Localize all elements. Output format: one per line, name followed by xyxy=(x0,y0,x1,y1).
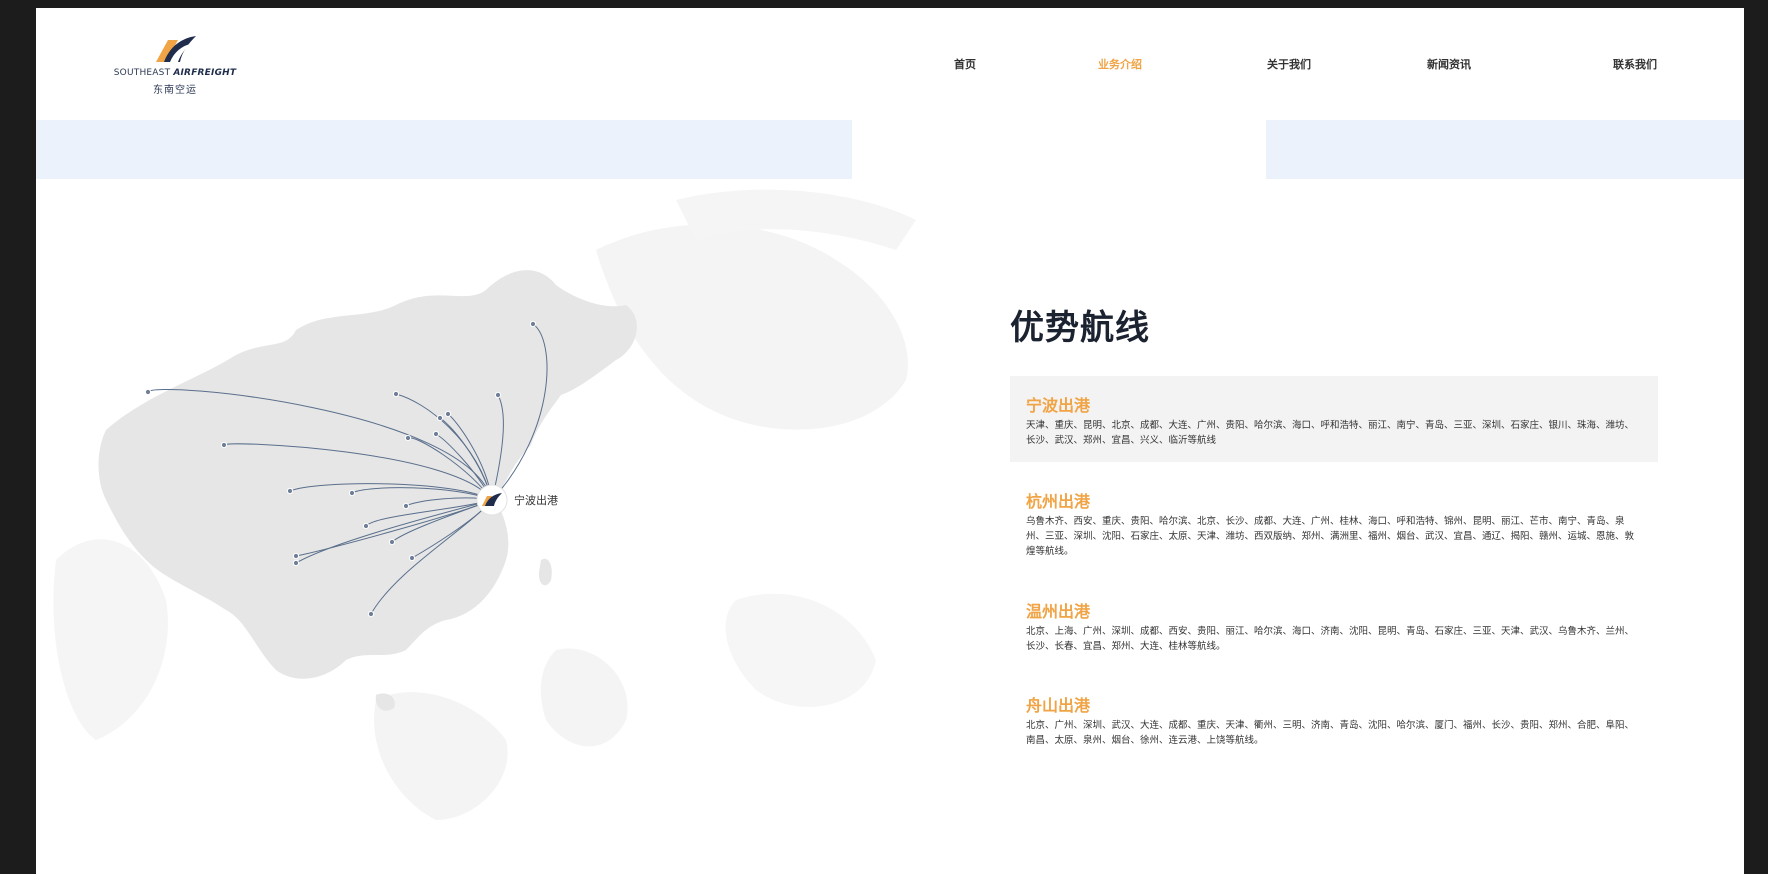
destination-dot xyxy=(404,434,412,442)
route-block-text: 北京、广州、深圳、武汉、大连、成都、重庆、天津、衢州、三明、济南、青岛、沈阳、哈… xyxy=(1026,720,1635,746)
destination-dot xyxy=(436,414,444,422)
route-block-title: 杭州出港 xyxy=(1026,492,1091,511)
route-block-title: 舟山出港 xyxy=(1026,696,1091,715)
world-land-faint xyxy=(596,224,908,430)
site-logo[interactable]: SOUTHEAST AIRFREIGHT 东南空运 xyxy=(110,32,240,102)
china-landmass xyxy=(98,270,637,679)
destination-dot xyxy=(444,410,452,418)
destination-dot xyxy=(494,391,502,399)
origin-marker[interactable] xyxy=(476,484,508,516)
destination-dot xyxy=(402,502,410,510)
destination-dot xyxy=(348,489,356,497)
route-block-title: 宁波出港 xyxy=(1026,396,1091,415)
world-land-faint-6 xyxy=(725,593,876,707)
page: SOUTHEAST AIRFREIGHT 东南空运 首页 业务介绍 关于我们 新… xyxy=(36,8,1744,874)
destination-dot xyxy=(292,559,300,567)
destination-dot xyxy=(432,430,440,438)
route-block-hangzhou: 杭州出港 乌鲁木齐、西安、重庆、贵阳、哈尔滨、北京、长沙、成都、大连、广州、桂林… xyxy=(1010,476,1658,568)
nav-about[interactable]: 关于我们 xyxy=(1267,56,1311,72)
route-block-title: 温州出港 xyxy=(1026,602,1091,621)
airfreight-logo-icon xyxy=(156,36,196,62)
destination-dot xyxy=(392,390,400,398)
world-land-faint-5 xyxy=(540,648,628,747)
destination-dot xyxy=(408,554,416,562)
nav-contact[interactable]: 联系我们 xyxy=(1613,56,1657,72)
logo-english: SOUTHEAST AIRFREIGHT xyxy=(113,68,237,78)
site-header: SOUTHEAST AIRFREIGHT 东南空运 首页 业务介绍 关于我们 新… xyxy=(36,8,1744,120)
section-title: 优势航线 xyxy=(1010,308,1150,348)
nav-home[interactable]: 首页 xyxy=(954,56,976,72)
world-land-faint-4 xyxy=(374,692,508,820)
nav-news[interactable]: 新闻资讯 xyxy=(1427,56,1471,72)
logo-chinese: 东南空运 xyxy=(153,85,197,96)
destination-dot xyxy=(362,522,370,530)
destination-dot xyxy=(292,552,300,560)
destination-dot xyxy=(388,538,396,546)
taiwan-island xyxy=(538,558,552,586)
destination-dot xyxy=(286,487,294,495)
nav-business[interactable]: 业务介绍 xyxy=(1098,56,1142,72)
route-block-text: 乌鲁木齐、西安、重庆、贵阳、哈尔滨、北京、长沙、成都、大连、广州、桂林、海口、呼… xyxy=(1026,516,1635,557)
banner-tab xyxy=(852,120,1266,179)
origin-label: 宁波出港 xyxy=(514,494,558,507)
destination-dot xyxy=(220,441,228,449)
route-block-ningbo: 宁波出港 天津、重庆、昆明、北京、成都、大连、广州、贵阳、哈尔滨、海口、呼和浩特… xyxy=(1010,376,1658,462)
route-block-zhoushan: 舟山出港 北京、广州、深圳、武汉、大连、成都、重庆、天津、衢州、三明、济南、青岛… xyxy=(1010,680,1658,756)
world-land-faint-3 xyxy=(53,539,168,740)
destination-dot xyxy=(367,610,375,618)
route-block-text: 北京、上海、广州、深圳、成都、西安、贵阳、丽江、哈尔滨、海口、济南、沈阳、昆明、… xyxy=(1026,626,1635,652)
destination-dot xyxy=(529,320,537,328)
route-block-wenzhou: 温州出港 北京、上海、广州、深圳、成都、西安、贵阳、丽江、哈尔滨、海口、济南、沈… xyxy=(1010,586,1658,662)
route-block-text: 天津、重庆、昆明、北京、成都、大连、广州、贵阳、哈尔滨、海口、呼和浩特、丽江、南… xyxy=(1026,420,1635,446)
destination-dot xyxy=(144,388,152,396)
